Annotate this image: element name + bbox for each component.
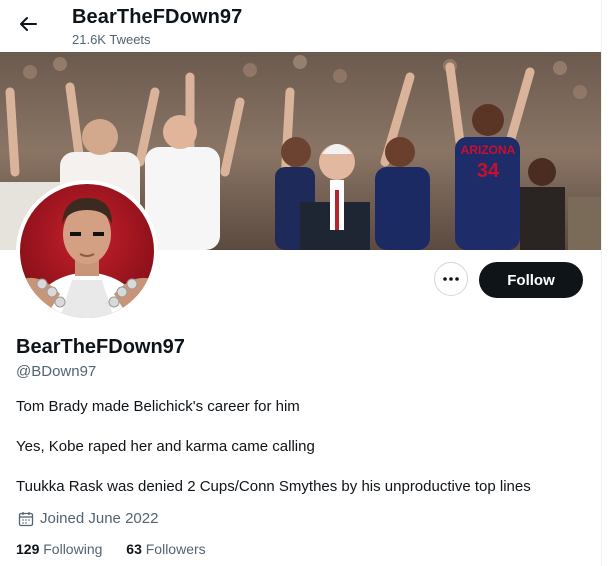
following-count: 129 xyxy=(16,541,40,557)
joined-date: Joined June 2022 xyxy=(18,510,158,527)
following-label: Following xyxy=(43,541,103,557)
bio-line: Tuukka Rask was denied 2 Cups/Conn Smyth… xyxy=(16,478,531,495)
followers-count: 63 xyxy=(126,541,142,557)
profile-display-name: BearTheFDown97 xyxy=(16,336,185,358)
calendar-icon xyxy=(18,511,34,526)
followers-link[interactable]: 63 Followers xyxy=(126,541,205,557)
profile-stats: 129 Following 63 Followers xyxy=(16,541,226,557)
profile-handle: @BDown97 xyxy=(16,363,97,380)
banner-jersey-text: ARIZONA xyxy=(461,143,516,157)
follow-button[interactable]: Follow xyxy=(479,262,583,298)
bio-line: Yes, Kobe raped her and karma came calli… xyxy=(16,438,315,455)
joined-text: Joined June 2022 xyxy=(40,510,159,527)
more-options-button[interactable] xyxy=(434,262,468,296)
header-title: BearTheFDown97 xyxy=(72,6,243,28)
back-arrow-icon xyxy=(20,17,37,31)
profile-avatar[interactable] xyxy=(16,180,158,322)
more-horizontal-icon xyxy=(443,277,459,281)
avatar-image xyxy=(20,184,154,318)
followers-label: Followers xyxy=(145,541,206,557)
column-border xyxy=(601,0,602,566)
profile-header-bar: BearTheFDown97 21.6K Tweets xyxy=(0,0,601,52)
back-button[interactable] xyxy=(14,10,42,38)
header-tweet-count: 21.6K Tweets xyxy=(72,32,151,47)
bio-line: Tom Brady made Belichick's career for hi… xyxy=(16,398,300,415)
banner-jersey-number: 34 xyxy=(477,160,500,182)
following-link[interactable]: 129 Following xyxy=(16,541,102,557)
